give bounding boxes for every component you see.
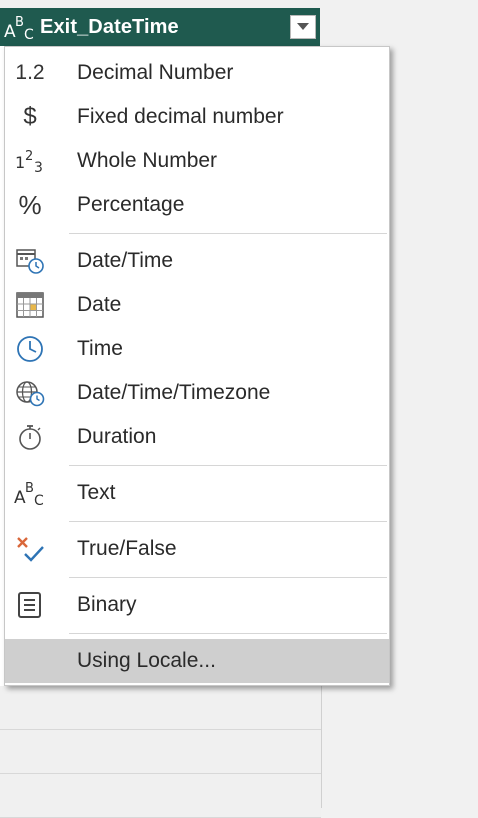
menu-item-label: True/False (77, 537, 177, 560)
svg-text:B: B (15, 15, 24, 30)
svg-text:C: C (24, 27, 34, 41)
menu-item-whole-number[interactable]: 1 2 3 Whole Number (5, 139, 389, 183)
calendar-icon (13, 291, 47, 319)
svg-text:1: 1 (15, 153, 25, 172)
chevron-down-icon (297, 23, 309, 30)
text-type-icon: A B C (13, 479, 47, 507)
menu-separator (69, 633, 387, 634)
menu-item-fixed-decimal[interactable]: $ Fixed decimal number (5, 95, 389, 139)
true-false-icon (13, 535, 47, 563)
svg-text:3: 3 (34, 160, 43, 175)
menu-item-time[interactable]: Time (5, 327, 389, 371)
currency-icon: $ (23, 103, 37, 130)
svg-text:2: 2 (25, 149, 33, 164)
clock-icon (13, 335, 47, 363)
menu-separator (69, 577, 387, 578)
binary-icon (13, 591, 47, 619)
menu-item-datetime-timezone[interactable]: Date/Time/Timezone (5, 371, 389, 415)
grid-row[interactable] (0, 774, 321, 818)
menu-item-datetime[interactable]: Date/Time (5, 239, 389, 283)
menu-item-label: Duration (77, 425, 157, 448)
menu-item-label: Percentage (77, 193, 185, 216)
column-header[interactable]: A B C Exit_DateTime (0, 8, 320, 46)
percentage-icon: % (18, 189, 42, 220)
menu-separator (69, 233, 387, 234)
column-title: Exit_DateTime (40, 15, 179, 38)
decimal-number-icon: 1.2 (15, 61, 45, 84)
menu-item-duration[interactable]: Duration (5, 415, 389, 459)
menu-item-label: Date (77, 293, 122, 316)
stopwatch-icon (13, 423, 47, 451)
menu-item-date[interactable]: Date (5, 283, 389, 327)
menu-separator (69, 465, 387, 466)
menu-item-percentage[interactable]: % Percentage (5, 183, 389, 227)
menu-item-label: Decimal Number (77, 61, 234, 84)
menu-item-label: Text (77, 481, 116, 504)
globe-clock-icon (13, 379, 47, 407)
menu-item-label: Date/Time/Timezone (77, 381, 271, 404)
menu-item-label: Binary (77, 593, 137, 616)
data-type-menu: 1.2 Decimal Number $ Fixed decimal numbe… (4, 46, 390, 686)
grid-row[interactable] (0, 730, 321, 774)
menu-separator (69, 521, 387, 522)
menu-item-decimal-number[interactable]: 1.2 Decimal Number (5, 51, 389, 95)
menu-item-text[interactable]: A B C Text (5, 471, 389, 515)
menu-item-true-false[interactable]: True/False (5, 527, 389, 571)
menu-item-binary[interactable]: Binary (5, 583, 389, 627)
menu-item-label: Date/Time (77, 249, 174, 272)
menu-item-label: Using Locale... (77, 649, 216, 672)
whole-number-icon: 1 2 3 (13, 147, 47, 175)
text-type-icon[interactable]: A B C (0, 8, 40, 46)
menu-item-label: Whole Number (77, 149, 218, 172)
svg-text:B: B (25, 481, 34, 496)
menu-item-using-locale[interactable]: Using Locale... (5, 639, 389, 683)
datetime-icon (13, 247, 47, 275)
menu-item-label: Fixed decimal number (77, 105, 284, 128)
column-dropdown-button[interactable] (290, 15, 316, 39)
svg-text:C: C (34, 493, 44, 507)
grid-row[interactable] (0, 686, 321, 730)
menu-item-label: Time (77, 337, 123, 360)
